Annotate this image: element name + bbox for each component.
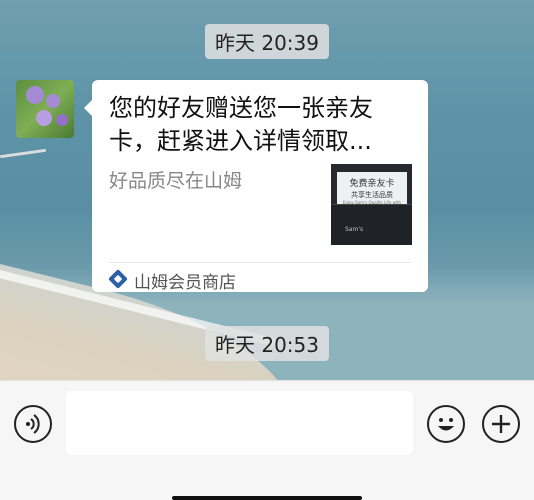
emoji-icon bbox=[438, 418, 454, 431]
more-button[interactable] bbox=[482, 405, 520, 443]
thumbnail-line1: 免费亲友卡 bbox=[349, 179, 395, 189]
card-divider bbox=[109, 262, 411, 263]
timestamp: 昨天 20:39 bbox=[205, 24, 329, 59]
card-title: 您的好友赠送您一张亲友卡，赶紧进入详情领取... bbox=[109, 94, 373, 155]
card-thumbnail: 免费亲友卡 共享生活品质 Enjoy Sam's Quality Life wi… bbox=[331, 164, 412, 245]
home-indicator bbox=[172, 496, 362, 500]
timestamp: 昨天 20:53 bbox=[205, 326, 329, 361]
card-source-name: 山姆会员商店 bbox=[134, 273, 236, 293]
avatar-flower bbox=[46, 94, 60, 108]
thumbnail-envelope bbox=[331, 204, 412, 245]
avatar[interactable] bbox=[16, 80, 74, 138]
avatar-flower bbox=[56, 114, 68, 126]
background-pier bbox=[0, 148, 46, 159]
input-bar bbox=[0, 380, 534, 500]
avatar-flower bbox=[26, 86, 44, 104]
thumbnail-brand: Sam's bbox=[345, 226, 364, 233]
voice-button[interactable] bbox=[14, 405, 52, 443]
plus-icon bbox=[492, 415, 510, 433]
emoji-button[interactable] bbox=[427, 405, 465, 443]
voice-icon bbox=[26, 414, 40, 434]
message-input[interactable] bbox=[66, 391, 413, 455]
sams-club-logo-icon bbox=[108, 269, 128, 289]
shared-card-message[interactable]: 您的好友赠送您一张亲友卡，赶紧进入详情领取... 好品质尽在山姆 免费亲友卡 共… bbox=[84, 80, 428, 293]
avatar-flower bbox=[36, 110, 52, 126]
bubble-tail bbox=[84, 100, 92, 116]
card-description: 好品质尽在山姆 bbox=[109, 170, 243, 192]
thumbnail-line2: 共享生活品质 bbox=[351, 191, 393, 199]
